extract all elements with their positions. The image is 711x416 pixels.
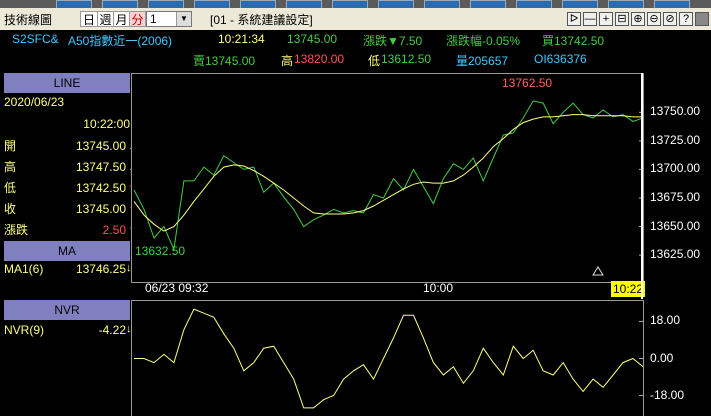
top-toolbar-strip xyxy=(0,0,711,9)
volume: 量205657 xyxy=(456,54,509,68)
y-tick-label: 18.00 xyxy=(650,313,681,328)
price-change-pct: 漲跌幅-0.05% xyxy=(446,34,521,48)
bar-date: 2020/06/23 xyxy=(4,95,65,109)
zoom-out-icon[interactable]: ⊖ xyxy=(647,12,661,26)
plus-icon[interactable]: + xyxy=(599,12,613,26)
nvr-value: -4.22 xyxy=(98,323,126,337)
period-day-button[interactable]: 日 xyxy=(80,11,98,27)
zoom-in-icon[interactable]: ⊕ xyxy=(631,12,645,26)
ohlc-label: 收 xyxy=(4,202,17,216)
interval-value: 1 xyxy=(150,12,157,26)
ohlc-label: 高 xyxy=(4,160,17,174)
price-change: 漲跌▼7.50 xyxy=(363,34,423,48)
pin-icon[interactable]: ᐅ xyxy=(567,12,581,26)
open-interest: OI636376 xyxy=(534,52,587,66)
setting-label[interactable]: [01 - 系統建議設定] xyxy=(210,11,313,28)
ohlc-row: 開 13745.00 ↓ xyxy=(4,136,134,157)
y-tick-label: 13650.00 xyxy=(650,218,701,233)
high-prefix: 高 xyxy=(281,54,294,68)
chevron-down-icon[interactable]: ▼ xyxy=(176,12,191,26)
ohlc-row: 高 13747.50 ↓ xyxy=(4,157,134,178)
scroll-icon[interactable] xyxy=(695,12,709,26)
y-tick-label: 13625.00 xyxy=(650,247,701,262)
y-tick-label: 13675.00 xyxy=(650,190,701,204)
ohlc-row: 漲跌 2.50 ↑ xyxy=(4,220,134,241)
y-tick-label: 0.00 xyxy=(650,350,674,365)
ma-header: MA xyxy=(4,241,130,261)
ma-value: 13746.25 xyxy=(75,262,126,276)
help-icon[interactable]: ? xyxy=(679,12,693,26)
y-tick-label: 13700.00 xyxy=(650,161,701,176)
cursor-line xyxy=(641,73,643,299)
y-tick-label: 13750.00 xyxy=(650,104,701,119)
price-y-axis: 13750.00 13725.00 13700.00 13675.00 13650.00… xyxy=(648,73,711,281)
ohlc-row: 低 13742.50 ↑ xyxy=(4,178,134,199)
ohlc-value: 2.50 xyxy=(102,223,126,237)
quote-time: 10:21:34 xyxy=(218,32,265,46)
triangle-marker-icon xyxy=(592,266,604,276)
series-line xyxy=(134,308,643,409)
price-line-chart[interactable]: 13762.50 13632.50 xyxy=(131,73,644,283)
ohlc-label: 開 xyxy=(4,139,17,153)
interval-select[interactable]: 1 ▼ xyxy=(146,11,192,27)
ohlc-value: 13747.50 xyxy=(75,160,126,174)
series-line xyxy=(133,100,643,252)
bar-time: 10:22:00 xyxy=(83,117,130,131)
ohlc-rows: 開 13745.00 ↓ 高 13747.50 ↓ 低 13742.50 ↑ 收 13745.00 ↑… xyxy=(4,136,134,241)
period-week-button[interactable]: 週 xyxy=(97,11,114,27)
chart-toolbar: 技術線圖 日 週 月 分 1 ▼ [01 - 系統建議設定] ᐅ — + ⊟ ⊕… xyxy=(0,8,711,30)
ohlc-label: 漲跌 xyxy=(4,223,29,237)
line-header: LINE xyxy=(4,73,130,93)
min-price-label: 13632.50 xyxy=(135,244,185,258)
last-price: 13745.00 xyxy=(287,32,338,46)
nvr-line-chart[interactable] xyxy=(131,300,644,416)
high-price: 13820.00 xyxy=(294,52,345,66)
nvr-y-axis: 18.00 0.00 -18.00 xyxy=(648,300,711,415)
time-x-axis: 06/23 09:32 10:00 10:22 xyxy=(131,281,711,299)
low-prefix: 低 xyxy=(368,54,381,68)
ohlc-value: 13745.00 xyxy=(75,139,126,153)
reset-icon[interactable]: ⊘ xyxy=(663,12,677,26)
low-price: 13612.50 xyxy=(381,52,432,66)
x-label-mid: 10:00 xyxy=(423,281,454,295)
nvr-header: NVR xyxy=(4,300,130,320)
ohlc-row: 收 13745.00 ↑ xyxy=(4,199,134,220)
period-month-button[interactable]: 月 xyxy=(113,11,130,27)
ohlc-label: 低 xyxy=(4,181,17,195)
y-tick-label: -18.00 xyxy=(650,387,685,402)
period-minute-button[interactable]: 分 xyxy=(129,11,146,27)
layout-icon[interactable]: ⊟ xyxy=(615,12,629,26)
window-title: 技術線圖 xyxy=(4,13,53,27)
x-label-start: 06/23 09:32 xyxy=(145,281,209,295)
symbol-code: S2SFC& xyxy=(12,32,59,46)
ohlc-value: 13742.50 xyxy=(75,181,126,195)
symbol-name: A50指數近一(2006) xyxy=(68,34,173,48)
current-time-marker: 10:22 xyxy=(611,281,646,297)
y-tick-label: 13725.00 xyxy=(650,132,701,147)
max-price-label: 13762.50 xyxy=(502,76,552,90)
bid-price: 買13742.50 xyxy=(542,34,605,48)
ohlc-value: 13745.00 xyxy=(75,202,126,216)
ask-price: 賣13745.00 xyxy=(193,54,256,68)
minus-icon[interactable]: — xyxy=(583,12,597,26)
